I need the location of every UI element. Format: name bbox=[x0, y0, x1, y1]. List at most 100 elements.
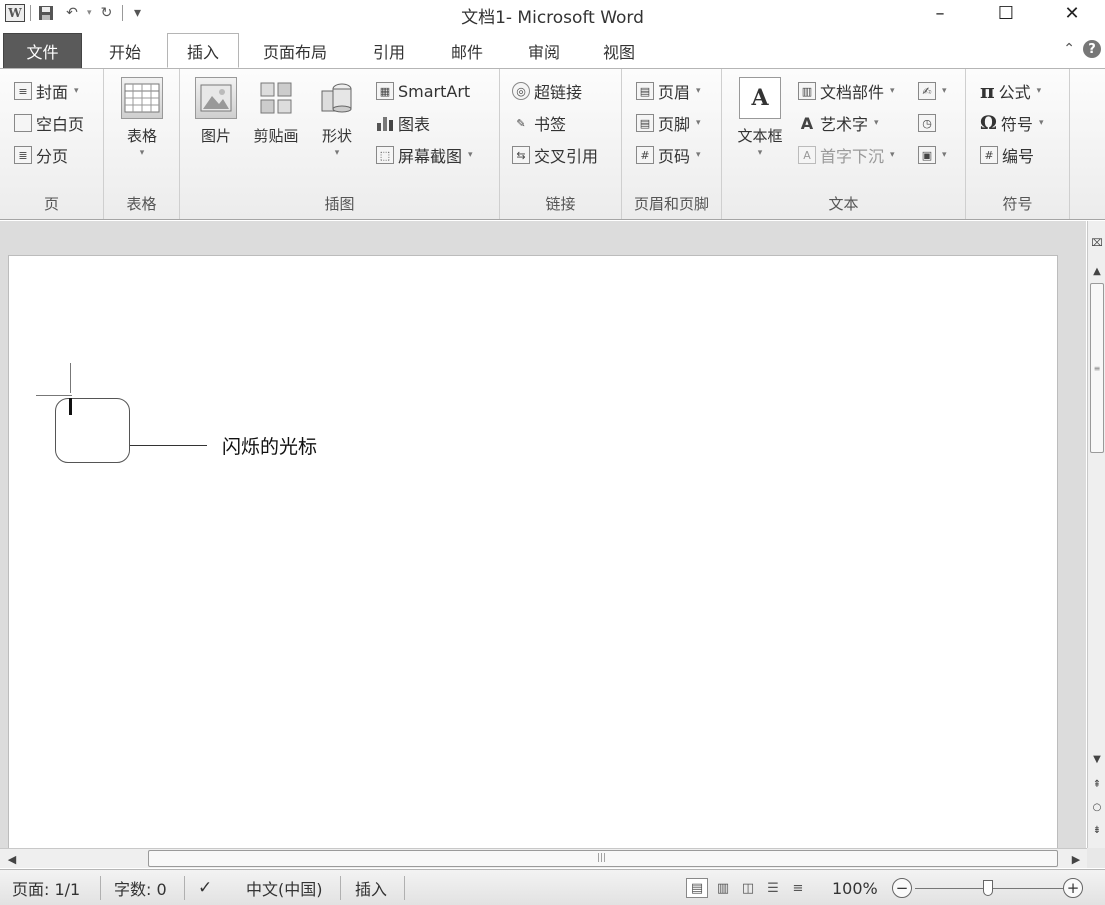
screenshot-button[interactable]: ⬚ 屏幕截图 ▾ bbox=[376, 141, 473, 169]
shapes-button[interactable]: 形状 ▾ bbox=[314, 77, 360, 158]
object-button[interactable]: ▣ ▾ bbox=[918, 141, 947, 169]
picture-button[interactable]: 图片 bbox=[192, 77, 240, 146]
equation-button[interactable]: π 公式 ▾ bbox=[980, 77, 1041, 105]
number-label: 编号 bbox=[1002, 147, 1035, 166]
crosshair-vertical bbox=[70, 363, 71, 393]
blank-page-icon bbox=[14, 114, 32, 132]
page-break-button[interactable]: ≣ 分页 bbox=[14, 141, 68, 169]
blank-page-button[interactable]: 空白页 bbox=[14, 109, 84, 137]
signature-line-button[interactable]: ✍ ▾ bbox=[918, 77, 947, 105]
signature-line-icon: ✍ bbox=[918, 82, 936, 100]
textbox-button[interactable]: A 文本框 ▾ bbox=[732, 77, 788, 158]
blank-page-label: 空白页 bbox=[36, 115, 85, 134]
ruler-toggle-icon[interactable]: ⌧ bbox=[1089, 235, 1105, 251]
scroll-down-icon[interactable]: ▼ bbox=[1089, 751, 1105, 767]
page-count[interactable]: 页面: 1/1 bbox=[12, 878, 80, 899]
status-separator bbox=[100, 876, 101, 900]
horizontal-scroll-thumb[interactable]: ||| bbox=[148, 850, 1058, 867]
insert-mode-indicator[interactable]: 插入 bbox=[355, 878, 387, 899]
web-layout-icon[interactable]: ◫ bbox=[737, 878, 759, 898]
chart-button[interactable]: 图表 bbox=[376, 109, 430, 137]
print-layout-view-icon[interactable]: ▤ bbox=[686, 878, 708, 898]
dropcap-label: 首字下沉 bbox=[820, 147, 885, 166]
maximize-button[interactable]: ☐ bbox=[973, 0, 1039, 26]
wordart-button[interactable]: A 艺术字 ▾ bbox=[798, 109, 879, 137]
scroll-grip-icon: ≡ bbox=[1093, 364, 1101, 373]
clipart-button[interactable]: 剪贴画 bbox=[250, 77, 302, 146]
header-button[interactable]: ▤ 页眉 ▾ bbox=[636, 77, 701, 105]
minimize-button[interactable]: – bbox=[907, 0, 973, 26]
draft-view-icon[interactable]: ≡ bbox=[787, 878, 809, 898]
outline-view-icon[interactable]: ☰ bbox=[762, 878, 784, 898]
header-icon: ▤ bbox=[636, 82, 654, 100]
minimize-ribbon-icon[interactable]: ⌃ bbox=[1063, 41, 1075, 57]
page-number-button[interactable]: # 页码 ▾ bbox=[636, 141, 701, 169]
proofing-icon[interactable]: ✓ bbox=[198, 878, 212, 898]
quick-parts-button[interactable]: ▥ 文档部件 ▾ bbox=[798, 77, 895, 105]
picture-label: 图片 bbox=[200, 127, 231, 145]
document-page[interactable] bbox=[8, 255, 1058, 849]
chevron-down-icon: ▾ bbox=[74, 86, 79, 96]
table-icon bbox=[121, 77, 163, 119]
tab-file[interactable]: 文件 bbox=[3, 33, 82, 68]
close-button[interactable]: ✕ bbox=[1039, 0, 1105, 26]
tab-view[interactable]: 视图 bbox=[587, 33, 651, 68]
table-button[interactable]: 表格 ▾ bbox=[118, 77, 166, 158]
bookmark-icon: ✎ bbox=[516, 116, 526, 130]
chevron-down-icon: ▾ bbox=[890, 86, 895, 96]
cross-reference-icon: ⇆ bbox=[512, 146, 530, 164]
zoom-out-icon[interactable]: − bbox=[892, 878, 912, 898]
screenshot-label: 屏幕截图 bbox=[398, 147, 463, 166]
tab-home[interactable]: 开始 bbox=[92, 33, 158, 68]
group-label-tables: 表格 bbox=[126, 195, 157, 213]
wordart-label: 艺术字 bbox=[820, 115, 869, 134]
tab-page-layout[interactable]: 页面布局 bbox=[249, 33, 341, 68]
chevron-down-icon: ▾ bbox=[1036, 86, 1042, 96]
help-icon[interactable]: ? bbox=[1083, 40, 1101, 58]
next-page-icon[interactable]: ⇟ bbox=[1089, 822, 1105, 838]
smartart-button[interactable]: ▦ SmartArt bbox=[376, 77, 470, 105]
footer-button[interactable]: ▤ 页脚 ▾ bbox=[636, 109, 701, 137]
group-label-links: 链接 bbox=[545, 195, 576, 213]
screenshot-icon: ⬚ bbox=[376, 146, 394, 164]
full-screen-reading-icon[interactable]: ▥ bbox=[712, 878, 734, 898]
tab-references[interactable]: 引用 bbox=[357, 33, 421, 68]
hyperlink-button[interactable]: ◎ 超链接 bbox=[512, 77, 582, 105]
vertical-scrollbar[interactable]: ⌧ ▲ ≡ ▼ ⇞ ○ ⇟ bbox=[1087, 221, 1105, 848]
object-icon: ▣ bbox=[918, 146, 936, 164]
wordart-icon: A bbox=[800, 113, 814, 133]
shapes-icon bbox=[316, 77, 358, 119]
group-tables: 表格 ▾ 表格 bbox=[104, 69, 180, 219]
scroll-left-icon[interactable]: ◀ bbox=[4, 851, 20, 867]
previous-page-icon[interactable]: ⇞ bbox=[1089, 776, 1105, 792]
zoom-in-icon[interactable]: + bbox=[1063, 878, 1083, 898]
horizontal-scrollbar[interactable]: ◀ ||| ▶ bbox=[0, 848, 1087, 868]
vertical-scroll-thumb[interactable]: ≡ bbox=[1090, 283, 1104, 453]
scroll-right-icon[interactable]: ▶ bbox=[1068, 851, 1084, 867]
bookmark-button[interactable]: ✎ 书签 bbox=[512, 109, 566, 137]
pi-icon: π bbox=[980, 79, 995, 103]
scroll-up-icon[interactable]: ▲ bbox=[1089, 263, 1105, 279]
tab-review[interactable]: 审阅 bbox=[512, 33, 576, 68]
group-label-illustrations: 插图 bbox=[324, 195, 355, 213]
status-separator bbox=[184, 876, 185, 900]
date-time-icon: ◷ bbox=[918, 114, 936, 132]
number-button[interactable]: # 编号 bbox=[980, 141, 1034, 169]
language-indicator[interactable]: 中文(中国) bbox=[246, 878, 323, 899]
browse-object-icon[interactable]: ○ bbox=[1089, 799, 1105, 815]
symbol-button[interactable]: Ω 符号 ▾ bbox=[980, 109, 1043, 137]
word-count[interactable]: 字数: 0 bbox=[114, 878, 167, 899]
dropcap-button[interactable]: A 首字下沉 ▾ bbox=[798, 141, 895, 169]
date-time-button[interactable]: ◷ bbox=[918, 109, 936, 137]
cover-page-button[interactable]: ≡ 封面 ▾ bbox=[14, 77, 79, 105]
status-separator bbox=[340, 876, 341, 900]
cross-reference-button[interactable]: ⇆ 交叉引用 bbox=[512, 141, 598, 169]
equation-label: 公式 bbox=[998, 83, 1031, 102]
chevron-down-icon: ▾ bbox=[696, 150, 701, 160]
tab-mailings[interactable]: 邮件 bbox=[433, 33, 501, 68]
symbol-label: 符号 bbox=[1000, 115, 1033, 134]
tab-insert[interactable]: 插入 bbox=[167, 33, 239, 68]
chevron-down-icon: ▾ bbox=[468, 150, 473, 160]
zoom-slider-handle[interactable] bbox=[983, 880, 993, 896]
zoom-level[interactable]: 100% bbox=[832, 878, 878, 898]
